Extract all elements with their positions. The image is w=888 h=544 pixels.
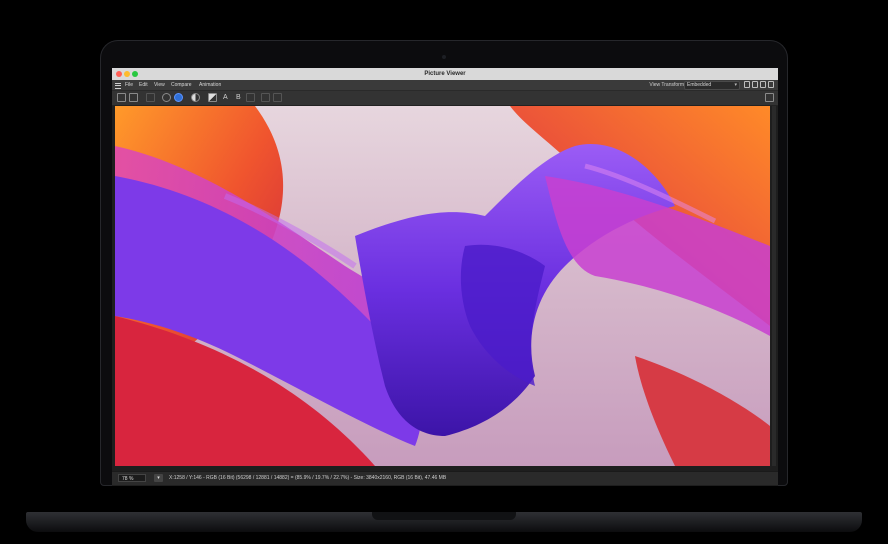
window-title: Picture Viewer [424,71,466,77]
zoom-dropdown-icon[interactable]: ▾ [154,474,163,482]
camera-icon [442,55,446,59]
view-transform-value: Embedded [687,82,712,88]
pin-icon[interactable] [768,81,774,88]
toolbar: A B [112,91,778,106]
vertical-scrollbar[interactable] [772,106,776,466]
color-picker-icon[interactable] [162,93,171,102]
display-mode-icon[interactable] [174,93,183,102]
undo-icon[interactable] [261,93,270,102]
menu-edit[interactable]: Edit [139,81,148,89]
menu-file[interactable]: File [125,81,133,89]
menu-animation[interactable]: Animation [199,81,221,89]
view-transform-label: View Transform [649,82,684,88]
lock-icon[interactable] [760,81,766,88]
view-transform-select[interactable]: Embedded ▾ [684,81,740,90]
redo-icon[interactable] [273,93,282,102]
save-icon[interactable] [129,93,138,102]
hamburger-menu-icon[interactable] [115,83,121,89]
pixel-info: X:1258 / Y:146 - RGB (16 Bit) (56298 / 1… [169,475,447,481]
menu-view[interactable]: View [154,81,165,89]
laptop-notch [372,512,516,520]
chevron-down-icon: ▾ [734,82,737,88]
displayed-image [115,106,770,466]
contrast-icon[interactable] [191,93,200,102]
open-folder-icon[interactable] [117,93,126,102]
image-canvas[interactable] [115,106,770,466]
status-bar: 78 % ▾ X:1258 / Y:146 - RGB (16 Bit) (56… [112,471,778,485]
zoom-field[interactable]: 78 % [118,474,146,482]
picture-viewer-window: Picture Viewer File Edit View Compare An… [112,68,778,486]
panel-toggle-icon[interactable] [744,81,750,88]
menu-compare[interactable]: Compare [171,81,192,89]
channel-icon[interactable] [208,93,217,102]
swap-icon[interactable] [246,93,255,102]
settings-icon[interactable] [765,93,774,102]
export-icon[interactable] [146,93,155,102]
compare-b-button[interactable]: B [236,93,241,102]
menu-bar: File Edit View Compare Animation View Tr… [112,80,778,91]
compare-a-button[interactable]: A [223,93,228,102]
new-window-icon[interactable] [752,81,758,88]
